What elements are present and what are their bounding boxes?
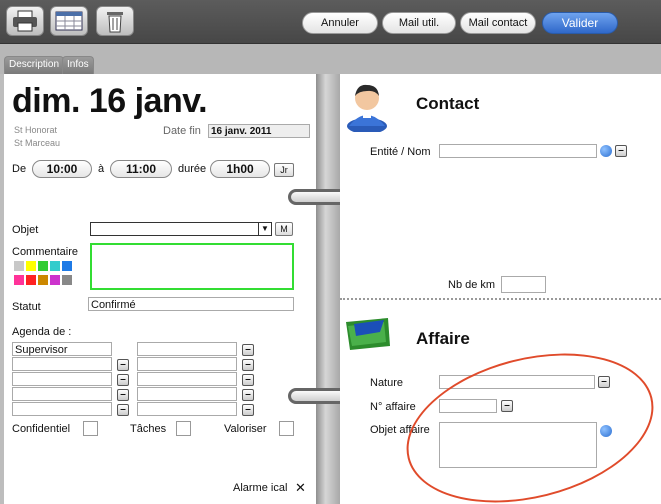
commentaire-textarea[interactable] xyxy=(90,243,294,290)
binder-spine xyxy=(316,74,340,504)
statut-label: Statut xyxy=(12,301,41,313)
calendar-grid-icon xyxy=(55,11,83,31)
start-time-field[interactable]: 10:00 xyxy=(32,160,92,178)
jr-button[interactable]: Jr xyxy=(274,163,294,177)
color-swatch[interactable] xyxy=(26,275,36,285)
agenda-field[interactable] xyxy=(12,357,112,371)
tab-infos[interactable]: Infos xyxy=(62,56,94,74)
tab-strip xyxy=(0,44,661,74)
clear-entite-button[interactable]: – xyxy=(615,145,627,157)
color-swatch[interactable] xyxy=(50,261,60,271)
print-button[interactable] xyxy=(6,6,44,36)
mail-contact-button[interactable]: Mail contact xyxy=(460,12,536,34)
agenda-field[interactable] xyxy=(137,357,237,371)
agenda-field[interactable] xyxy=(137,387,237,401)
a-label: à xyxy=(98,163,105,175)
remove-agenda-button[interactable]: – xyxy=(117,389,129,401)
affaire-folder-icon xyxy=(346,318,390,350)
color-swatch[interactable] xyxy=(14,275,24,285)
remove-agenda-button[interactable]: – xyxy=(242,404,254,416)
section-divider xyxy=(340,298,661,300)
color-swatch[interactable] xyxy=(26,261,36,271)
agenda-field[interactable] xyxy=(12,372,112,386)
num-affaire-label: N° affaire xyxy=(370,401,416,413)
contact-title: Contact xyxy=(416,94,480,113)
nature-label: Nature xyxy=(370,377,404,389)
printer-icon xyxy=(13,10,37,32)
date-fin-label: Date fin xyxy=(163,125,201,137)
remove-agenda-button[interactable]: – xyxy=(242,344,254,356)
confidentiel-label: Confidentiel xyxy=(12,423,71,435)
tab-description[interactable]: Description xyxy=(4,56,65,74)
delete-button[interactable] xyxy=(96,6,134,36)
taches-label: Tâches xyxy=(130,423,167,435)
trash-icon xyxy=(107,12,123,33)
taches-checkbox[interactable] xyxy=(176,421,191,436)
alarme-checkbox[interactable]: ✕ xyxy=(293,480,308,495)
nb-km-label: Nb de km xyxy=(448,279,496,291)
remove-agenda-button[interactable]: – xyxy=(117,404,129,416)
saint-of-day-2: St Marceau xyxy=(14,138,61,148)
agenda-field[interactable]: Supervisor xyxy=(12,342,112,356)
valider-button[interactable]: Valider xyxy=(542,12,618,34)
date-fin-field[interactable]: 16 janv. 2011 xyxy=(208,124,310,138)
alarme-label: Alarme ical xyxy=(233,482,288,494)
end-time-field[interactable]: 11:00 xyxy=(110,160,172,178)
objet-label: Objet xyxy=(12,224,39,236)
objet-select[interactable] xyxy=(90,222,272,236)
remove-agenda-button[interactable]: – xyxy=(117,359,129,371)
remove-agenda-button[interactable]: – xyxy=(242,389,254,401)
entite-field[interactable] xyxy=(439,144,597,158)
page-title: dim. 16 janv. xyxy=(12,82,208,120)
search-icon[interactable] xyxy=(600,145,612,157)
remove-agenda-button[interactable]: – xyxy=(242,374,254,386)
color-swatch[interactable] xyxy=(62,261,72,271)
color-swatch[interactable] xyxy=(62,275,72,285)
annuler-button[interactable]: Annuler xyxy=(302,12,378,34)
remove-agenda-button[interactable]: – xyxy=(242,359,254,371)
chevron-down-icon[interactable]: ▼ xyxy=(258,223,271,235)
calendar-view-button[interactable] xyxy=(50,6,88,36)
valoriser-checkbox[interactable] xyxy=(279,421,294,436)
color-swatch[interactable] xyxy=(50,275,60,285)
agenda-field[interactable] xyxy=(137,342,237,356)
statut-field[interactable]: Confirmé xyxy=(88,297,294,311)
color-swatch[interactable] xyxy=(38,275,48,285)
affaire-title: Affaire xyxy=(416,329,470,348)
duree-label: durée xyxy=(178,163,207,175)
nb-km-field[interactable] xyxy=(501,276,546,293)
de-label: De xyxy=(12,163,27,175)
valoriser-label: Valoriser xyxy=(224,423,267,435)
entite-label: Entité / Nom xyxy=(370,146,431,158)
duration-field[interactable]: 1h00 xyxy=(210,160,270,178)
contact-avatar-icon xyxy=(347,84,387,132)
mail-util-button[interactable]: Mail util. xyxy=(382,12,456,34)
remove-agenda-button[interactable]: – xyxy=(117,374,129,386)
agenda-field[interactable] xyxy=(137,402,237,416)
commentaire-label: Commentaire xyxy=(12,246,79,258)
saint-of-day: St Honorat xyxy=(14,125,58,135)
color-swatch[interactable] xyxy=(38,261,48,271)
agenda-field[interactable] xyxy=(12,402,112,416)
m-button[interactable]: M xyxy=(275,222,293,236)
agenda-field[interactable] xyxy=(12,387,112,401)
color-swatch[interactable] xyxy=(14,261,24,271)
agenda-label: Agenda de : xyxy=(12,326,72,338)
agenda-field[interactable] xyxy=(137,372,237,386)
confidentiel-checkbox[interactable] xyxy=(83,421,98,436)
